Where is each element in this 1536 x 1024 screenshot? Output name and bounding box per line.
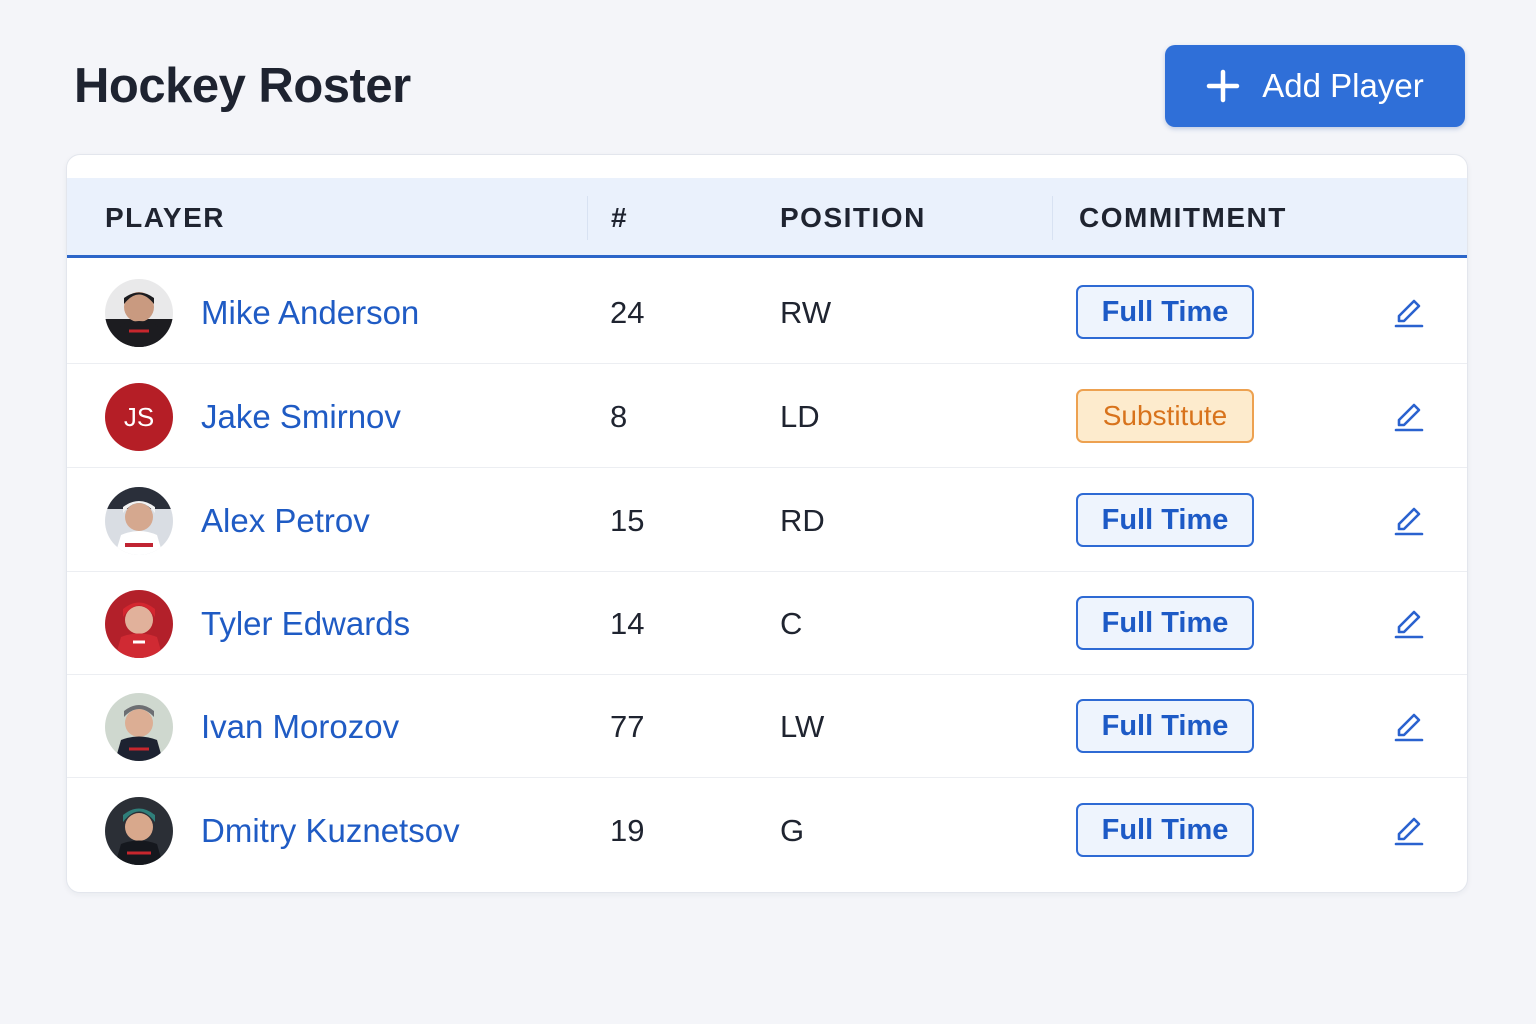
table-row: Tyler Edwards 14 C Full Time — [67, 572, 1467, 675]
edit-player-button[interactable] — [1393, 297, 1425, 329]
pencil-icon — [1394, 403, 1424, 432]
plus-icon — [1207, 69, 1240, 103]
header-divider — [1052, 196, 1053, 240]
column-header-commitment: COMMITMENT — [1079, 202, 1287, 233]
edit-player-button[interactable] — [1393, 505, 1425, 537]
pencil-icon — [1394, 299, 1424, 328]
position: LW — [780, 709, 825, 744]
table-row: Alex Petrov 15 RD Full Time — [67, 469, 1467, 572]
edit-player-button[interactable] — [1393, 711, 1425, 743]
edit-player-button[interactable] — [1393, 815, 1425, 847]
column-header-position: POSITION — [780, 202, 926, 233]
page-title: Hockey Roster — [74, 59, 411, 113]
jersey-number: 77 — [610, 709, 645, 744]
player-name-link[interactable]: Ivan Morozov — [201, 675, 399, 778]
commitment-badge: Full Time — [1076, 803, 1254, 857]
player-name-link[interactable]: Tyler Edwards — [201, 572, 410, 675]
commitment-badge: Full Time — [1076, 699, 1254, 753]
table-row: Mike Anderson 24 RW Full Time — [67, 261, 1467, 364]
jersey-number: 15 — [610, 503, 645, 538]
avatar — [105, 487, 173, 555]
commitment-badge: Full Time — [1076, 285, 1254, 339]
edit-player-button[interactable] — [1393, 401, 1425, 433]
table-header: PLAYER # POSITION COMMITMENT — [67, 178, 1467, 258]
position: RW — [780, 295, 832, 330]
position: LD — [780, 399, 820, 434]
pencil-icon — [1394, 713, 1424, 742]
position: C — [780, 606, 803, 641]
jersey-number: 8 — [610, 399, 628, 434]
commitment-badge: Full Time — [1076, 596, 1254, 650]
player-name-link[interactable]: Mike Anderson — [201, 261, 419, 364]
avatar — [105, 590, 173, 658]
header-divider — [587, 196, 588, 240]
player-name-link[interactable]: Dmitry Kuznetsov — [201, 779, 460, 882]
edit-player-button[interactable] — [1393, 608, 1425, 640]
pencil-icon — [1394, 507, 1424, 536]
commitment-badge: Substitute — [1076, 389, 1254, 443]
jersey-number: 19 — [610, 813, 645, 848]
position: G — [780, 813, 805, 848]
roster-table: PLAYER # POSITION COMMITMENT Mike Anders… — [66, 154, 1468, 893]
jersey-number: 24 — [610, 295, 645, 330]
avatar-initials: JS — [105, 383, 173, 451]
commitment-badge: Full Time — [1076, 493, 1254, 547]
table-row: Ivan Morozov 77 LW Full Time — [67, 675, 1467, 778]
avatar — [105, 797, 173, 865]
player-name-link[interactable]: Jake Smirnov — [201, 365, 401, 468]
position: RD — [780, 503, 825, 538]
avatar — [105, 279, 173, 347]
jersey-number: 14 — [610, 606, 645, 641]
pencil-icon — [1394, 610, 1424, 639]
add-player-button[interactable]: Add Player — [1165, 45, 1465, 127]
table-row: JS Jake Smirnov 8 LD Substitute — [67, 365, 1467, 468]
table-row: Dmitry Kuznetsov 19 G Full Time — [67, 779, 1467, 882]
column-header-number: # — [611, 202, 629, 233]
player-name-link[interactable]: Alex Petrov — [201, 469, 370, 572]
pencil-icon — [1394, 817, 1424, 846]
avatar — [105, 693, 173, 761]
column-header-player: PLAYER — [105, 202, 226, 233]
add-player-label: Add Player — [1262, 67, 1424, 104]
